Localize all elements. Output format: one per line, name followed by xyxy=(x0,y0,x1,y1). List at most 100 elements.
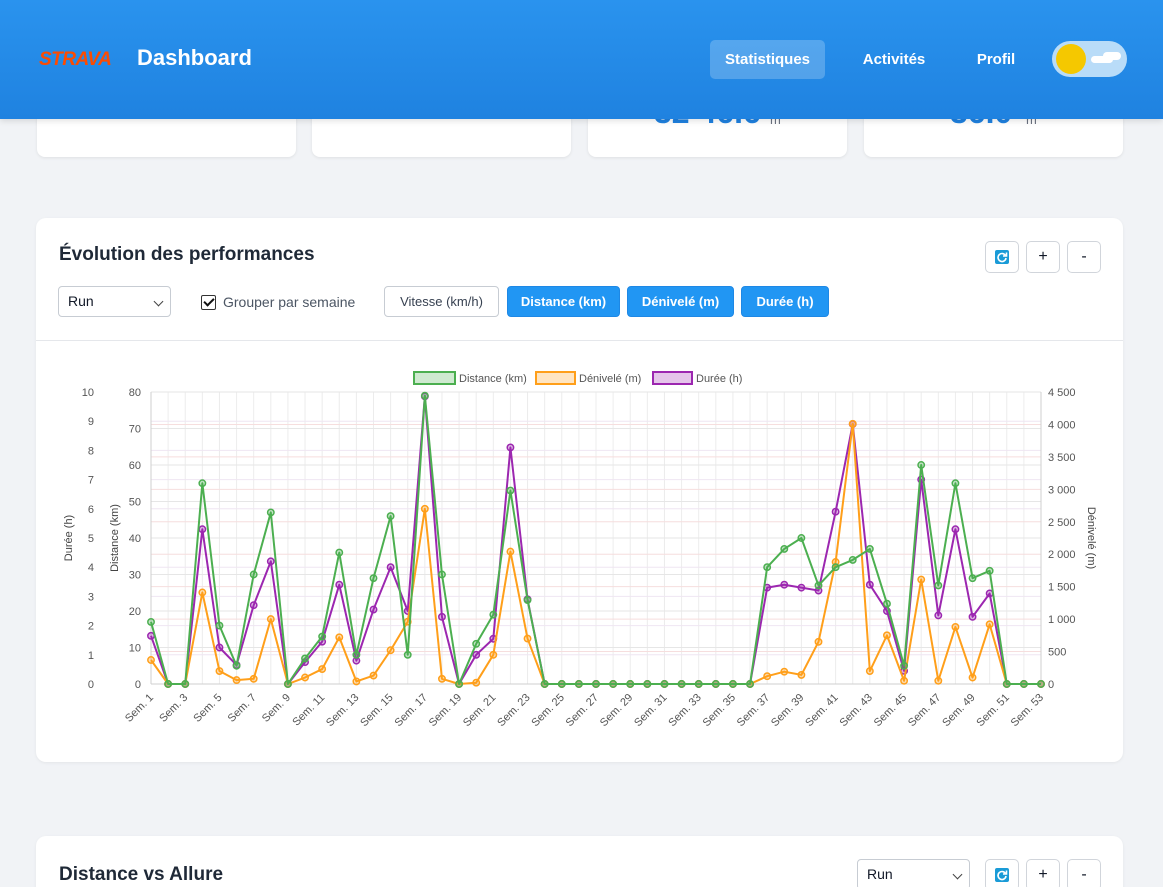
data-point-denivele[interactable] xyxy=(472,678,481,687)
legend-label-denivele[interactable]: Dénivelé (m) xyxy=(579,373,641,385)
data-point-distance[interactable] xyxy=(848,555,857,564)
data-point-distance[interactable] xyxy=(814,581,823,590)
legend-label-duree[interactable]: Durée (h) xyxy=(696,373,742,385)
data-point-distance[interactable] xyxy=(643,680,652,688)
data-point-distance[interactable] xyxy=(677,680,686,688)
data-point-distance[interactable] xyxy=(147,618,155,626)
metric-distance-button[interactable]: Distance (km) xyxy=(507,286,620,317)
data-point-distance[interactable] xyxy=(609,680,618,688)
legend-label-distance[interactable]: Distance (km) xyxy=(459,373,527,385)
strava-logo[interactable]: STRAVA xyxy=(39,49,112,71)
legend-swatch-distance[interactable] xyxy=(413,371,456,385)
data-point-denivele[interactable] xyxy=(780,667,789,676)
data-point-distance[interactable] xyxy=(472,639,481,648)
data-point-denivele[interactable] xyxy=(883,631,891,640)
data-point-distance[interactable] xyxy=(232,661,241,670)
data-point-distance[interactable] xyxy=(831,563,840,572)
data-point-distance[interactable] xyxy=(763,563,772,572)
data-point-duree[interactable] xyxy=(797,583,806,592)
data-point-distance[interactable] xyxy=(1002,680,1011,688)
data-point-denivele[interactable] xyxy=(215,667,224,675)
data-point-denivele[interactable] xyxy=(386,646,395,655)
data-point-distance[interactable] xyxy=(283,680,292,688)
data-point-duree[interactable] xyxy=(968,612,977,621)
data-point-duree[interactable] xyxy=(865,580,874,589)
data-point-denivele[interactable] xyxy=(985,620,994,629)
data-point-distance[interactable] xyxy=(865,545,874,553)
data-point-denivele[interactable] xyxy=(797,670,806,679)
legend-swatch-duree[interactable] xyxy=(652,371,693,385)
legend-swatch-denivele[interactable] xyxy=(535,371,576,385)
metric-vitesse-button[interactable]: Vitesse (km/h) xyxy=(384,286,499,317)
data-point-denivele[interactable] xyxy=(198,588,207,597)
data-point-denivele[interactable] xyxy=(506,547,515,556)
group-by-week-checkbox[interactable] xyxy=(201,295,216,310)
data-point-denivele[interactable] xyxy=(900,676,909,685)
scatter-zoom-in-button[interactable]: + xyxy=(1026,859,1060,887)
data-point-duree[interactable] xyxy=(249,601,258,610)
data-point-denivele[interactable] xyxy=(369,671,378,680)
scatter-sport-select[interactable]: Run xyxy=(857,859,970,887)
data-point-denivele[interactable] xyxy=(420,504,429,513)
data-point-duree[interactable] xyxy=(386,563,395,572)
data-point-duree[interactable] xyxy=(780,580,789,589)
sport-select[interactable]: Run xyxy=(58,286,171,317)
data-point-denivele[interactable] xyxy=(318,665,327,674)
zoom-in-button[interactable]: + xyxy=(1026,241,1060,273)
data-point-distance[interactable] xyxy=(746,680,754,688)
data-point-denivele[interactable] xyxy=(438,674,446,683)
data-point-distance[interactable] xyxy=(780,545,789,553)
data-point-distance[interactable] xyxy=(301,654,309,663)
zoom-out-button[interactable]: - xyxy=(1067,241,1101,273)
data-point-duree[interactable] xyxy=(266,557,275,566)
data-point-distance[interactable] xyxy=(968,574,977,583)
data-point-distance[interactable] xyxy=(318,632,327,641)
data-point-distance[interactable] xyxy=(215,621,224,630)
data-point-denivele[interactable] xyxy=(147,656,155,664)
data-point-denivele[interactable] xyxy=(352,677,361,686)
data-point-distance[interactable] xyxy=(198,479,207,488)
data-point-duree[interactable] xyxy=(506,443,515,452)
data-point-denivele[interactable] xyxy=(763,672,772,681)
data-point-denivele[interactable] xyxy=(865,667,874,675)
data-point-duree[interactable] xyxy=(198,525,207,534)
data-point-distance[interactable] xyxy=(660,680,669,688)
data-point-distance[interactable] xyxy=(386,512,395,521)
data-point-denivele[interactable] xyxy=(489,650,498,659)
data-point-distance[interactable] xyxy=(883,599,891,608)
nav-activites[interactable]: Activités xyxy=(848,40,940,79)
data-point-duree[interactable] xyxy=(831,507,840,516)
data-point-distance[interactable] xyxy=(711,680,720,688)
data-point-duree[interactable] xyxy=(438,612,446,621)
data-point-distance[interactable] xyxy=(1019,680,1028,688)
data-point-denivele[interactable] xyxy=(249,674,258,683)
theme-toggle[interactable] xyxy=(1052,41,1127,77)
data-point-distance[interactable] xyxy=(557,680,566,688)
data-point-duree[interactable] xyxy=(215,643,224,652)
data-point-distance[interactable] xyxy=(266,508,275,517)
data-point-distance[interactable] xyxy=(369,574,378,583)
scatter-refresh-button[interactable] xyxy=(985,859,1019,887)
data-point-distance[interactable] xyxy=(438,570,446,579)
data-point-distance[interactable] xyxy=(934,581,943,590)
data-point-duree[interactable] xyxy=(934,611,943,620)
data-point-denivele[interactable] xyxy=(814,637,823,646)
data-point-distance[interactable] xyxy=(540,680,549,688)
data-point-denivele[interactable] xyxy=(848,419,857,428)
data-point-distance[interactable] xyxy=(951,479,960,488)
data-point-duree[interactable] xyxy=(951,525,960,534)
data-point-distance[interactable] xyxy=(900,661,909,670)
data-point-denivele[interactable] xyxy=(335,633,344,642)
scatter-zoom-out-button[interactable]: - xyxy=(1067,859,1101,887)
data-point-distance[interactable] xyxy=(420,391,429,400)
data-point-duree[interactable] xyxy=(369,605,378,614)
data-point-distance[interactable] xyxy=(335,548,344,557)
data-point-duree[interactable] xyxy=(472,650,481,659)
data-point-denivele[interactable] xyxy=(968,673,977,682)
data-point-distance[interactable] xyxy=(1037,680,1045,688)
performance-chart[interactable]: 0 1 2 3 4 5 6 7 8 9 10 0 10 20 30 40 50 60 70 80 0 500 1 000 1 … xyxy=(36,342,1123,762)
data-point-distance[interactable] xyxy=(592,680,600,688)
data-point-duree[interactable] xyxy=(335,580,344,589)
group-by-week-label[interactable]: Grouper par semaine xyxy=(223,294,355,310)
data-point-distance[interactable] xyxy=(917,461,926,469)
